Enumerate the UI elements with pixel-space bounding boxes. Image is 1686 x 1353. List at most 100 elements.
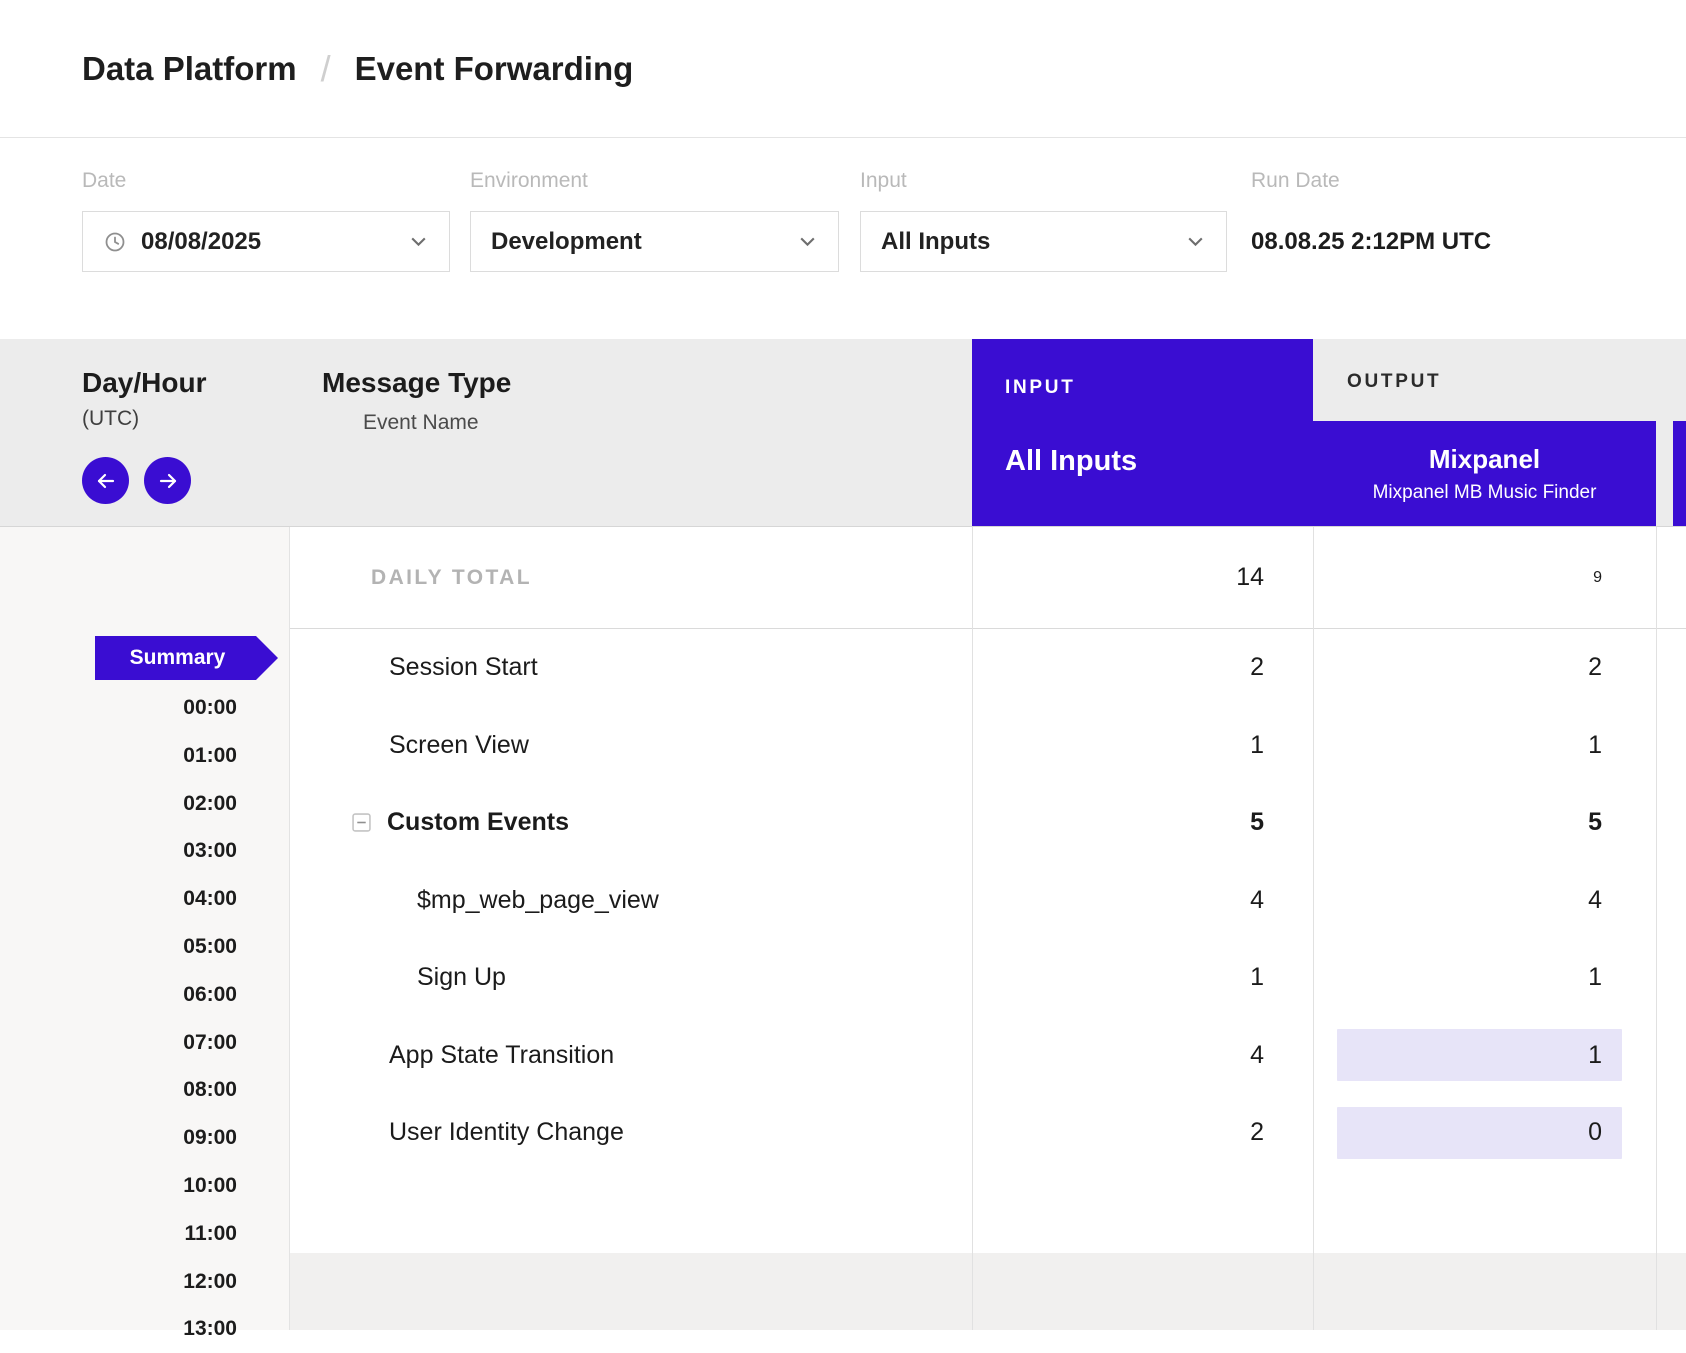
- row-input-cell: 1: [972, 939, 1313, 1017]
- empty-cell: [1656, 1017, 1686, 1095]
- day-hour-title: Day/Hour: [82, 367, 290, 399]
- row-name: Custom Events: [387, 808, 569, 837]
- row-name-cell: App State Transition: [290, 1017, 972, 1095]
- day-hour-header: Day/Hour (UTC): [0, 339, 290, 526]
- output-section-header: OUTPUT Mixpanel Mixpanel MB Music Finder: [1313, 339, 1656, 526]
- hour-row-label[interactable]: 07:00: [0, 1019, 289, 1067]
- breadcrumb-section[interactable]: Data Platform: [82, 50, 297, 88]
- row-output-cell: 1: [1313, 939, 1656, 1017]
- row-input-value: 1: [1250, 731, 1264, 760]
- clock-icon: [103, 230, 127, 254]
- table-header: Day/Hour (UTC) Message Type Event Name I…: [0, 339, 1686, 527]
- hour-row-label[interactable]: 05:00: [0, 923, 289, 971]
- daily-total-input-cell: 14: [972, 527, 1313, 628]
- row-output-value: 4: [1588, 886, 1602, 915]
- table-row: Sign Up 1 1: [290, 939, 1686, 1017]
- table-footer-area: [290, 1253, 1686, 1331]
- row-output-cell: 5: [1313, 784, 1656, 862]
- row-input-cell: 4: [972, 1017, 1313, 1095]
- row-input-value: 4: [1250, 1041, 1264, 1070]
- breadcrumb: Data Platform / Event Forwarding: [0, 0, 1686, 138]
- empty-cell: [1656, 784, 1686, 862]
- rows-bottom-padding: [290, 1172, 1686, 1253]
- environment-filter-value: Development: [491, 228, 785, 256]
- row-input-value: 1: [1250, 963, 1264, 992]
- column-divider: [1656, 527, 1657, 1330]
- row-input-cell: 5: [972, 784, 1313, 862]
- daily-total-output-cell: 9: [1313, 527, 1656, 628]
- table-row: App State Transition 4 1: [290, 1017, 1686, 1095]
- table-row: Session Start 2 2: [290, 629, 1686, 707]
- environment-filter-select[interactable]: Development: [470, 211, 839, 272]
- output-column-header-mixpanel[interactable]: Mixpanel Mixpanel MB Music Finder: [1313, 421, 1656, 526]
- table-row: User Identity Change 2 0: [290, 1094, 1686, 1172]
- hour-row-label[interactable]: 01:00: [0, 732, 289, 780]
- minus-square-icon[interactable]: [352, 813, 371, 832]
- date-filter-select[interactable]: 08/08/2025: [82, 211, 450, 272]
- empty-cell: [1656, 629, 1686, 707]
- day-hour-subtitle: (UTC): [82, 407, 290, 431]
- table-row: Custom Events 5 5: [290, 784, 1686, 862]
- rows-area: DAILY TOTAL 14 9 Session Start 2 2: [290, 527, 1686, 1330]
- row-output-value: 5: [1588, 808, 1602, 837]
- row-name-cell: Screen View: [290, 707, 972, 785]
- hour-row-label[interactable]: 13:00: [0, 1305, 289, 1353]
- output-column-partial: [1656, 339, 1686, 526]
- hour-row-label[interactable]: 12:00: [0, 1258, 289, 1306]
- table-body: Summary 00:00 01:00 02:00 03:00 04:00 05…: [0, 527, 1686, 1330]
- summary-badge[interactable]: Summary: [95, 636, 278, 680]
- hour-row-label[interactable]: 06:00: [0, 971, 289, 1019]
- column-divider: [1313, 527, 1314, 1330]
- hour-row-label[interactable]: 04:00: [0, 875, 289, 923]
- output-column-header-partial[interactable]: [1673, 421, 1686, 526]
- environment-filter-label: Environment: [470, 169, 839, 193]
- hours-list: 00:00 01:00 02:00 03:00 04:00 05:00 06:0…: [0, 684, 289, 1353]
- row-output-value: 1: [1588, 731, 1602, 760]
- page-title: Event Forwarding: [355, 50, 634, 88]
- row-name-cell: Sign Up: [290, 939, 972, 1017]
- output-connector-name: Mixpanel: [1429, 444, 1540, 475]
- daily-total-label: DAILY TOTAL: [290, 527, 972, 628]
- empty-cell: [1656, 1094, 1686, 1172]
- row-input-cell: 4: [972, 862, 1313, 940]
- row-name-cell: $mp_web_page_view: [290, 862, 972, 940]
- hour-row-label[interactable]: 03:00: [0, 827, 289, 875]
- hour-row-label[interactable]: 08:00: [0, 1066, 289, 1114]
- breadcrumb-separator: /: [321, 48, 331, 90]
- hour-row-label[interactable]: 11:00: [0, 1210, 289, 1258]
- input-filter-select[interactable]: All Inputs: [860, 211, 1227, 272]
- row-name: Session Start: [389, 653, 538, 682]
- empty-cell: [1656, 862, 1686, 940]
- next-day-button[interactable]: [144, 457, 191, 504]
- event-name-subtitle: Event Name: [363, 411, 972, 435]
- hour-row-label[interactable]: 09:00: [0, 1114, 289, 1162]
- row-name-cell: Custom Events: [290, 784, 972, 862]
- prev-day-button[interactable]: [82, 457, 129, 504]
- row-input-cell: 2: [972, 629, 1313, 707]
- chevron-down-icon: [797, 231, 818, 252]
- hour-row-label[interactable]: 10:00: [0, 1162, 289, 1210]
- date-filter-label: Date: [82, 169, 450, 193]
- hours-column: Summary 00:00 01:00 02:00 03:00 04:00 05…: [0, 527, 290, 1330]
- input-filter-value: All Inputs: [881, 228, 1173, 256]
- environment-filter-group: Environment Development: [470, 169, 839, 339]
- input-column-header[interactable]: INPUT All Inputs: [972, 339, 1313, 526]
- input-column-title: All Inputs: [1005, 445, 1313, 478]
- run-date-value: 08.08.25 2:12PM UTC: [1251, 211, 1491, 272]
- row-name: Screen View: [389, 731, 529, 760]
- chevron-down-icon: [408, 231, 429, 252]
- filter-bar: Date 08/08/2025 Environment Development …: [0, 138, 1686, 339]
- row-name-cell: Session Start: [290, 629, 972, 707]
- message-type-title: Message Type: [322, 367, 972, 399]
- hour-row-label[interactable]: 00:00: [0, 684, 289, 732]
- daily-total-output-value: 9: [1593, 569, 1602, 587]
- row-input-cell: 1: [972, 707, 1313, 785]
- run-date-label: Run Date: [1251, 169, 1491, 193]
- chevron-down-icon: [1185, 231, 1206, 252]
- empty-cell: [1656, 527, 1686, 628]
- hour-row-label[interactable]: 02:00: [0, 780, 289, 828]
- row-output-value: 0: [1588, 1118, 1602, 1147]
- date-filter-value: 08/08/2025: [141, 228, 396, 256]
- row-input-value: 2: [1250, 1118, 1264, 1147]
- row-output-value: 1: [1588, 1041, 1602, 1070]
